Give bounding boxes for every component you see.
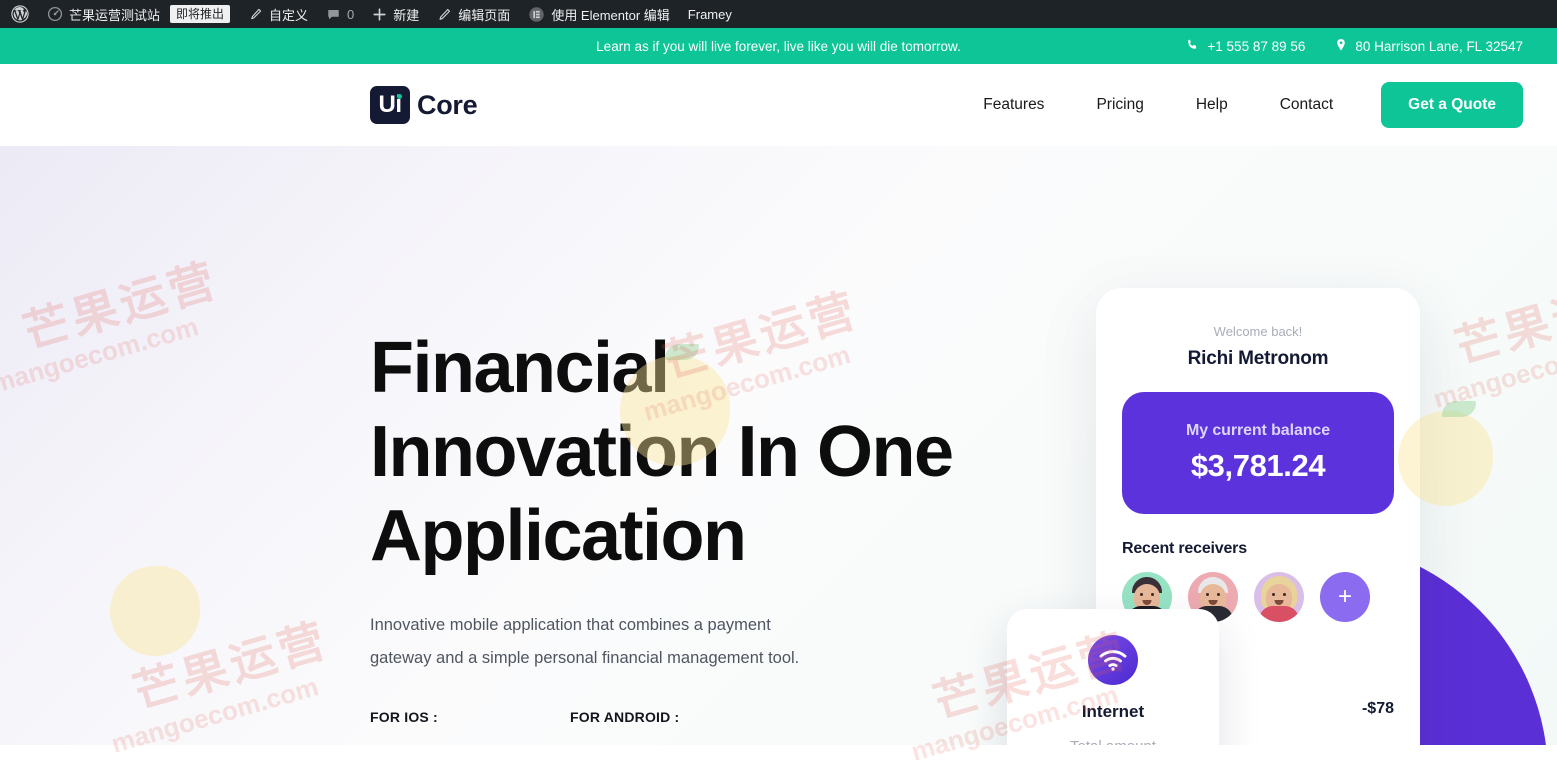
nav-item-contact[interactable]: Contact xyxy=(1254,96,1359,114)
internet-card-title: Internet xyxy=(1081,702,1145,721)
avatar-eye-right xyxy=(1151,593,1154,596)
hero-title: Financial Innovation In One Application xyxy=(370,328,954,577)
admin-bar-comments[interactable]: 0 xyxy=(317,0,363,28)
comment-bubble-icon xyxy=(326,7,341,22)
avatar[interactable] xyxy=(1254,572,1304,622)
admin-bar-wordpress-logo[interactable] xyxy=(2,0,38,28)
wp-admin-bar: 芒果运营测试站 即将推出 自定义 0 新建 编辑页面 使用 Elementor … xyxy=(0,0,1557,28)
admin-bar-comment-count: 0 xyxy=(347,6,355,22)
admin-bar-site-name-label: 芒果运营测试站 xyxy=(69,7,161,23)
balance-label: My current balance xyxy=(1185,422,1331,439)
nav-item-help[interactable]: Help xyxy=(1170,96,1254,114)
avatar-eye-right xyxy=(1217,593,1220,596)
balance-card[interactable]: My current balance $3,781.24 xyxy=(1122,392,1394,514)
announcement-topbar: Learn as if you will live forever, live … xyxy=(0,28,1557,64)
nav-item-pricing[interactable]: Pricing xyxy=(1070,96,1169,114)
get-a-quote-button[interactable]: Get a Quote xyxy=(1381,82,1523,128)
admin-bar-framey-label: Framey xyxy=(687,6,732,22)
watermark-leaf-graphic xyxy=(1442,401,1476,417)
avatar-eye-left xyxy=(1206,593,1209,596)
paintbrush-icon xyxy=(248,7,263,22)
user-name: Richi Metronom xyxy=(1187,348,1329,369)
welcome-back-text: Welcome back! xyxy=(1213,324,1303,339)
avatar-eye-left xyxy=(1272,593,1275,596)
pencil-icon xyxy=(437,7,452,22)
transaction-amount: -$78 xyxy=(1361,699,1394,717)
hero-text-block: Financial Innovation In One Application … xyxy=(370,326,990,725)
app-store-labels: FOR IOS : FOR ANDROID : xyxy=(370,709,990,725)
site-header: Ui Core Features Pricing Help Contact Ge… xyxy=(0,64,1557,146)
map-pin-icon xyxy=(1335,38,1347,55)
admin-bar-edit-page-label: 编辑页面 xyxy=(458,7,511,23)
internet-total-label: Total amount xyxy=(1070,738,1156,745)
logo-mark: Ui xyxy=(370,86,410,124)
phone-contact[interactable]: +1 555 87 89 56 xyxy=(1186,38,1305,54)
internet-summary-card: Internet Total amount $98 xyxy=(1007,609,1219,745)
avatar-body xyxy=(1259,606,1299,622)
admin-bar-site-name[interactable]: 芒果运营测试站 即将推出 xyxy=(38,0,239,28)
main-nav: Features Pricing Help Contact Get a Quot… xyxy=(957,82,1523,128)
avatar-eye-right xyxy=(1283,593,1286,596)
for-android-label: FOR ANDROID : xyxy=(570,708,680,725)
avatar-eye-left xyxy=(1140,593,1143,596)
admin-bar-edit-page[interactable]: 编辑页面 xyxy=(428,0,519,28)
topbar-contacts: +1 555 87 89 56 80 Harrison Lane, FL 325… xyxy=(1186,38,1523,55)
site-logo[interactable]: Ui Core xyxy=(370,86,478,124)
admin-bar-edit-with-elementor[interactable]: 使用 Elementor 编辑 xyxy=(519,0,678,28)
watermark-mango-graphic xyxy=(110,566,200,656)
admin-bar-customize-label: 自定义 xyxy=(269,7,309,23)
admin-bar-elementor-label: 使用 Elementor 编辑 xyxy=(551,7,670,23)
logo-accent-dot xyxy=(397,94,402,99)
balance-value: $3,781.24 xyxy=(1190,448,1326,483)
wordpress-icon xyxy=(11,5,29,23)
elementor-icon xyxy=(528,6,545,23)
dashboard-icon xyxy=(47,6,63,22)
recent-receivers-title: Recent receivers xyxy=(1122,540,1247,557)
address-text: 80 Harrison Lane, FL 32547 xyxy=(1355,38,1523,54)
admin-bar-customize[interactable]: 自定义 xyxy=(239,0,317,28)
coming-soon-badge: 即将推出 xyxy=(170,5,231,23)
plus-icon xyxy=(372,7,387,22)
address-contact[interactable]: 80 Harrison Lane, FL 32547 xyxy=(1335,38,1523,55)
for-ios-label: FOR IOS : xyxy=(370,708,438,725)
hero-section: Financial Innovation In One Application … xyxy=(0,146,1557,745)
logo-word: Core xyxy=(417,89,478,120)
nav-item-features[interactable]: Features xyxy=(957,96,1070,114)
admin-bar-new-content[interactable]: 新建 xyxy=(363,0,428,28)
add-receiver-button[interactable]: + xyxy=(1320,572,1370,622)
phone-icon xyxy=(1186,38,1199,54)
wifi-icon xyxy=(1088,635,1138,685)
phone-number: +1 555 87 89 56 xyxy=(1207,38,1306,54)
hero-subtitle: Innovative mobile application that combi… xyxy=(370,615,800,667)
admin-bar-framey[interactable]: Framey xyxy=(679,0,741,28)
admin-bar-new-content-label: 新建 xyxy=(393,7,420,23)
